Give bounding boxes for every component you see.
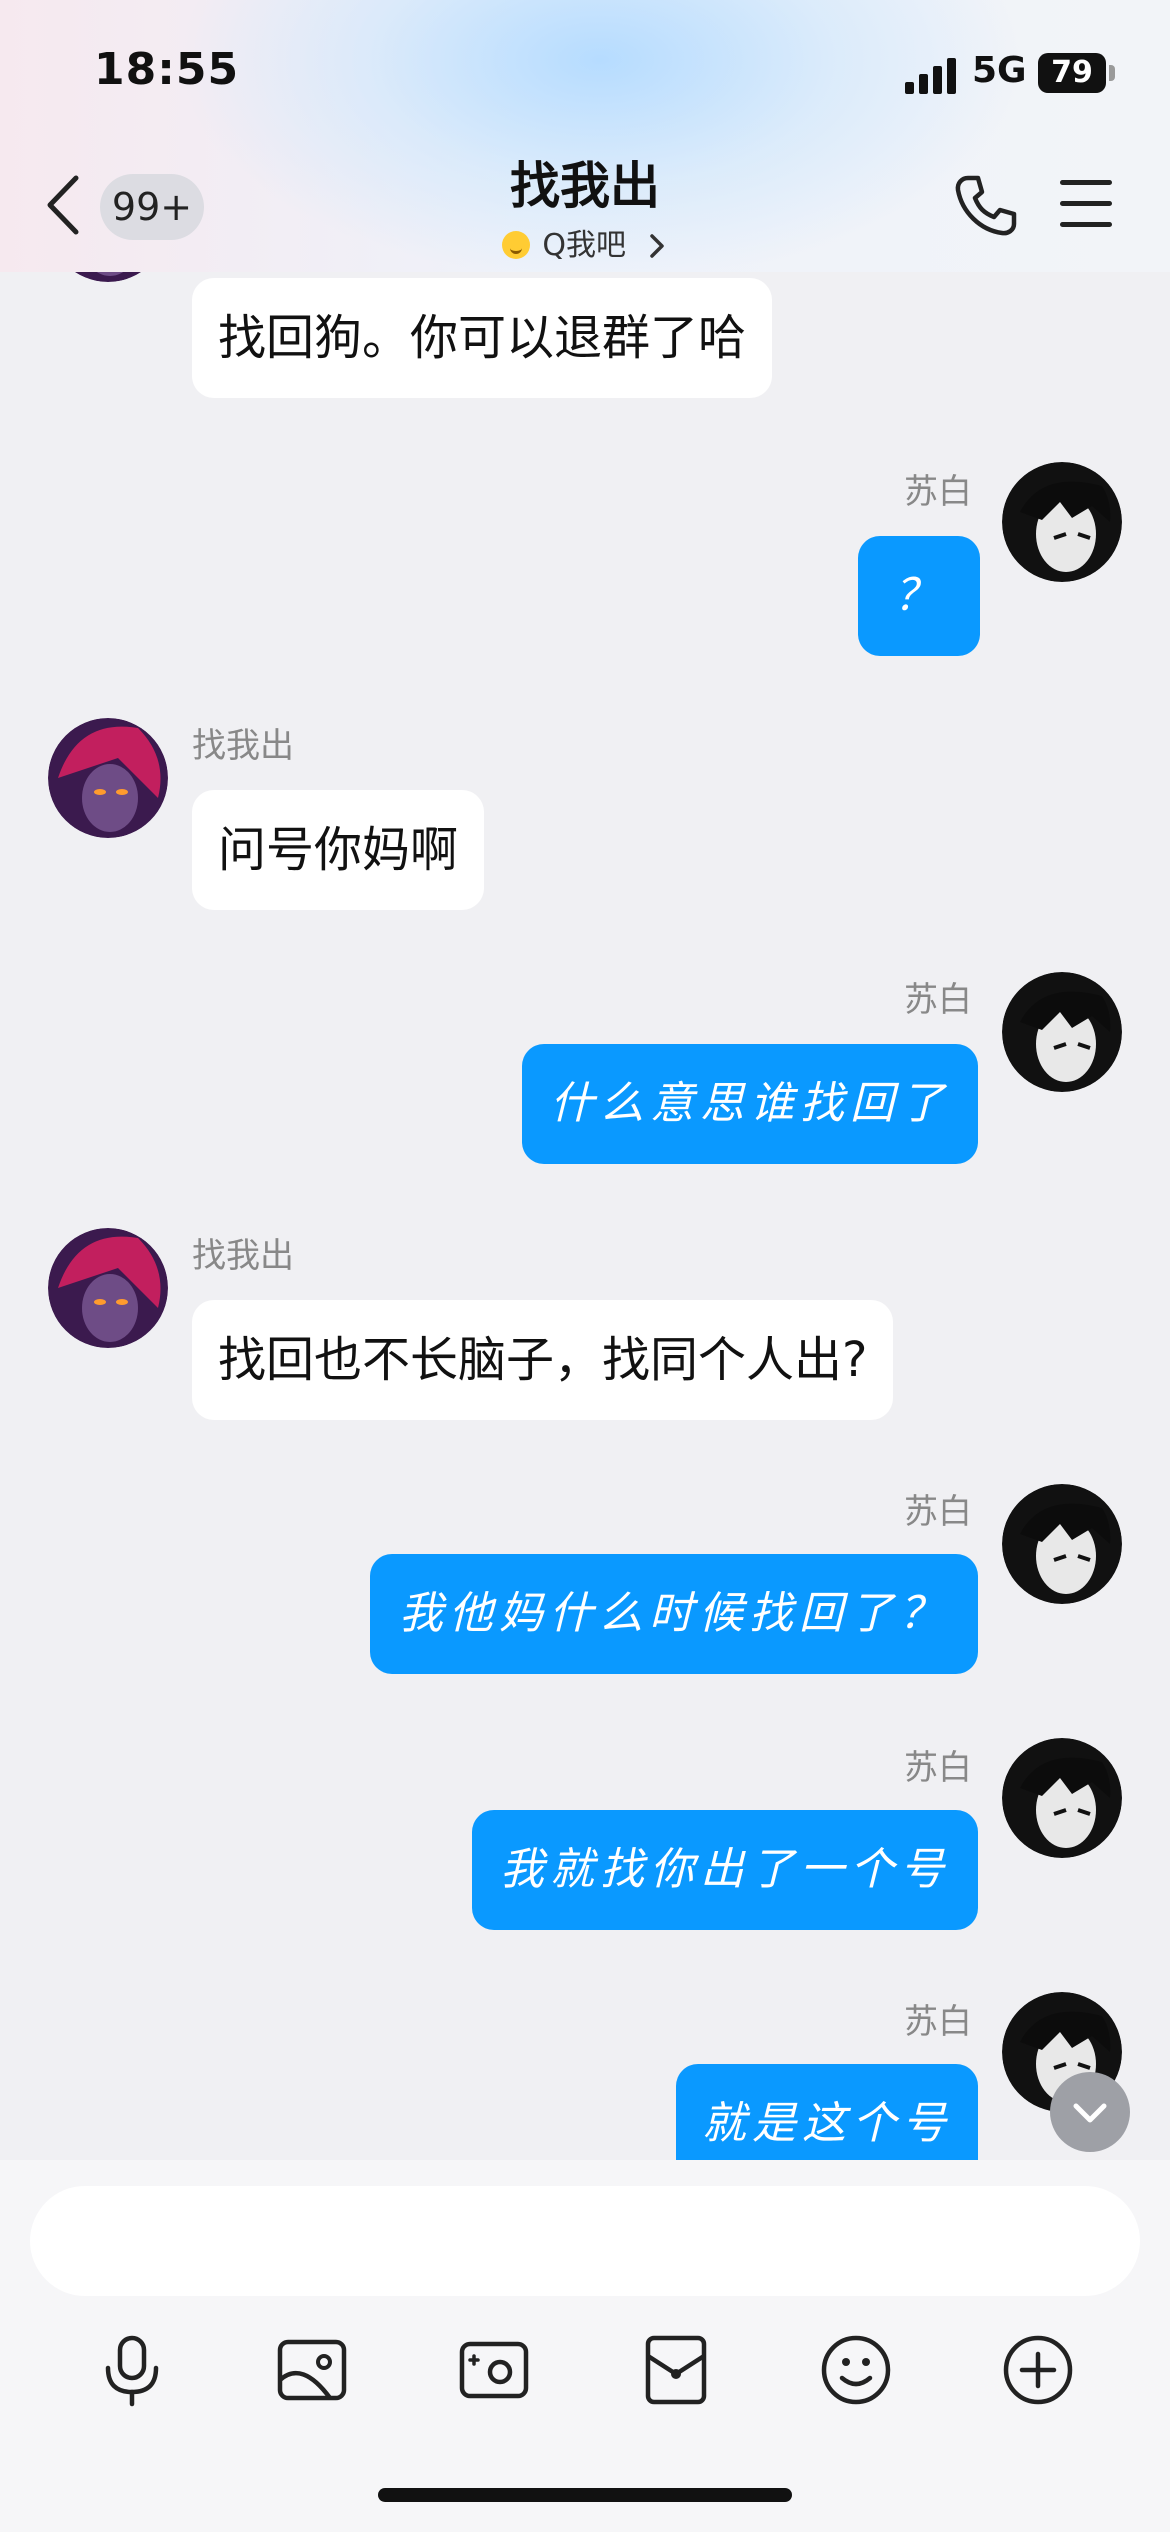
chevron-right-icon: [649, 234, 664, 258]
menu-line: [1060, 201, 1112, 206]
red-packet-icon: [645, 2335, 707, 2405]
battery-icon: 79: [1038, 53, 1106, 93]
camera-icon: [459, 2341, 529, 2399]
avatar-subai[interactable]: [1002, 1484, 1122, 1604]
phone-call-button[interactable]: [950, 170, 1020, 240]
sender-name: 苏白: [904, 472, 972, 512]
message-bubble-incoming[interactable]: 问号你妈啊: [192, 790, 485, 910]
red-packet-button[interactable]: [636, 2330, 716, 2410]
plus-icon: [1003, 2335, 1073, 2405]
emoji-icon: [821, 2335, 891, 2405]
menu-line: [1060, 180, 1112, 185]
more-button[interactable]: [998, 2330, 1078, 2410]
message-list[interactable]: 找回狗。你可以退群了哈 苏白 ？ 找我出 问号你妈啊 苏白 什么意思谁找回了 找…: [0, 272, 1170, 2160]
avatar-subai[interactable]: [1002, 462, 1122, 582]
message-bubble-outgoing[interactable]: ？: [858, 536, 980, 656]
avatar-subai[interactable]: [1002, 972, 1122, 1092]
sender-name: 找我出: [192, 1236, 294, 1276]
image-button[interactable]: [272, 2330, 352, 2410]
chat-subtitle-text: Q我吧: [542, 228, 627, 263]
image-icon: [277, 2339, 347, 2401]
home-indicator[interactable]: [378, 2488, 792, 2502]
battery-nub: [1109, 65, 1115, 81]
sender-name: 苏白: [904, 1492, 972, 1532]
status-time: 18:55: [94, 44, 240, 95]
network-label: 5G: [972, 50, 1027, 91]
signal-icon: [905, 58, 957, 94]
smile-icon: [502, 231, 531, 259]
phone-icon: [955, 175, 1017, 236]
chevron-down-icon: [1073, 2103, 1107, 2123]
message-bubble-outgoing[interactable]: 我就找你出了一个号: [472, 1810, 978, 1930]
message-bubble-outgoing[interactable]: 就是这个号: [676, 2064, 978, 2160]
scroll-to-bottom-button[interactable]: [1050, 2072, 1130, 2152]
message-bubble-outgoing[interactable]: 什么意思谁找回了: [522, 1044, 978, 1164]
sender-name: 找我出: [192, 726, 294, 766]
chat-header: 18:55 5G 79 99+ 找我出 Q我吧: [0, 0, 1170, 272]
message-input[interactable]: [30, 2186, 1140, 2296]
menu-line: [1060, 222, 1112, 227]
message-bubble-incoming[interactable]: 找回也不长脑子，找同个人出?: [192, 1300, 894, 1420]
microphone-icon: [105, 2335, 159, 2407]
composer-area: [0, 2160, 1170, 2532]
emoji-button[interactable]: [816, 2330, 896, 2410]
camera-button[interactable]: [454, 2330, 534, 2410]
sender-name: 苏白: [904, 2002, 972, 2042]
sender-name: 苏白: [904, 980, 972, 1020]
avatar-zhaowochu[interactable]: [48, 1228, 168, 1348]
message-bubble-outgoing[interactable]: 我他妈什么时候找回了？: [370, 1554, 978, 1674]
message-bubble-incoming[interactable]: 找回狗。你可以退群了哈: [192, 278, 773, 398]
sender-name: 苏白: [904, 1748, 972, 1788]
menu-button[interactable]: [1060, 180, 1112, 230]
avatar-zhaowochu[interactable]: [48, 718, 168, 838]
avatar-subai[interactable]: [1002, 1738, 1122, 1858]
voice-button[interactable]: [92, 2330, 172, 2410]
avatar-zhaowochu[interactable]: [48, 272, 168, 282]
